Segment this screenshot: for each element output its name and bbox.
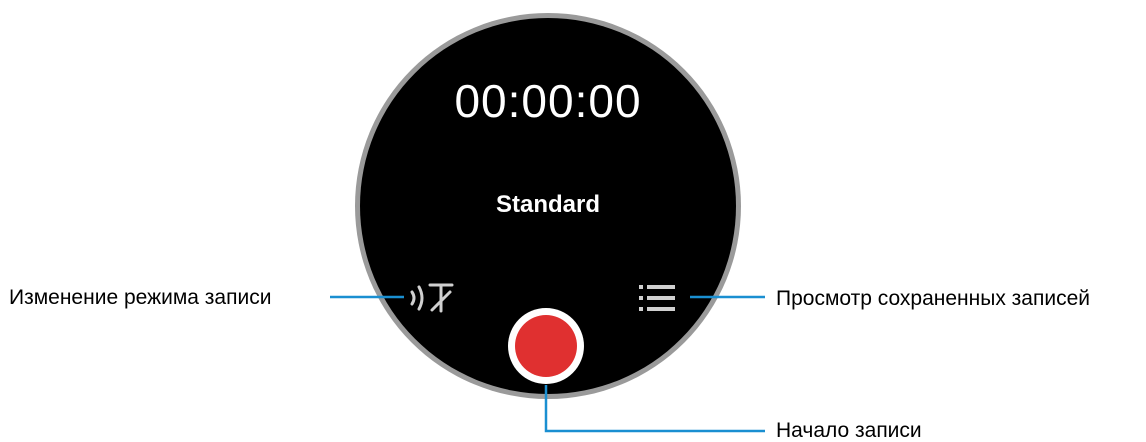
callout-view-saved: Просмотр сохраненных записей: [776, 287, 1090, 310]
callout-line-record: [544, 385, 765, 433]
callout-start-recording: Начало записи: [776, 419, 922, 442]
callout-lines: [330, 295, 765, 433]
callout-mode-change: Изменение режима записи: [9, 286, 272, 309]
